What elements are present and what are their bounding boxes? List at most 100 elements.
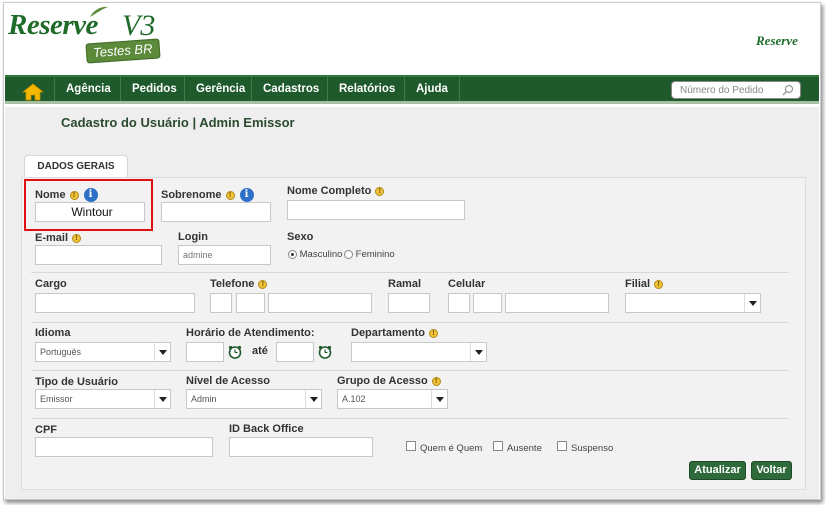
horario-fim-input[interactable] bbox=[276, 342, 314, 362]
sexo-label: Sexo bbox=[287, 231, 314, 243]
nivel-acesso-label: Nível de Acesso bbox=[186, 375, 270, 387]
telefone-ddd-input[interactable] bbox=[236, 293, 265, 313]
checkbox-quem-e-quem[interactable] bbox=[406, 441, 416, 451]
logo-version: V3 bbox=[122, 9, 156, 42]
nav-agencia[interactable]: Agência bbox=[54, 77, 122, 101]
cargo-label: Cargo bbox=[35, 278, 67, 290]
feminino-text: Feminino bbox=[355, 249, 395, 260]
brand-logo-small: Reserve bbox=[756, 33, 798, 48]
reserve-logo[interactable]: Reserve V3 Testes BR bbox=[8, 6, 168, 67]
idioma-select[interactable]: Português bbox=[35, 342, 171, 362]
filial-select[interactable] bbox=[625, 293, 761, 313]
required-icon: ! bbox=[654, 279, 664, 289]
nav-pedidos[interactable]: Pedidos bbox=[120, 77, 188, 101]
ate-label: até bbox=[252, 345, 268, 357]
id-back-office-label: ID Back Office bbox=[229, 423, 304, 435]
checkbox-suspenso[interactable] bbox=[557, 441, 567, 451]
clock-icon[interactable] bbox=[228, 345, 242, 359]
clock-icon[interactable] bbox=[318, 345, 332, 359]
sexo-feminino[interactable]: Feminino bbox=[344, 249, 395, 260]
filial-label-text: Filial bbox=[625, 278, 651, 290]
atualizar-button[interactable]: Atualizar bbox=[689, 461, 746, 480]
logo-badge: Testes BR bbox=[85, 38, 161, 64]
login-label: Login bbox=[178, 231, 208, 243]
grupo-acesso-value: A.102 bbox=[342, 394, 366, 404]
email-label-text: E-mail bbox=[35, 232, 69, 244]
email-input[interactable] bbox=[35, 245, 162, 265]
tipo-usuario-value: Emissor bbox=[40, 394, 73, 404]
idioma-label: Idioma bbox=[35, 327, 71, 339]
voltar-button[interactable]: Voltar bbox=[751, 461, 792, 480]
telefone-ddi-input[interactable] bbox=[210, 293, 232, 313]
telefone-label: Telefone! bbox=[210, 278, 268, 290]
grupo-acesso-label-text: Grupo de Acesso bbox=[337, 375, 428, 387]
required-icon: ! bbox=[431, 376, 441, 386]
ramal-input[interactable] bbox=[388, 293, 430, 313]
sexo-masculino[interactable]: Masculino bbox=[288, 249, 342, 260]
nav-cadastros[interactable]: Cadastros bbox=[251, 77, 330, 101]
suspenso-label: Suspenso bbox=[571, 443, 614, 454]
nome-completo-input[interactable] bbox=[287, 200, 465, 220]
cargo-input[interactable] bbox=[35, 293, 195, 313]
order-search-input[interactable] bbox=[680, 84, 780, 97]
celular-ddi-input[interactable] bbox=[448, 293, 470, 313]
required-icon: ! bbox=[225, 190, 235, 200]
logo-text: Reserve bbox=[8, 9, 98, 41]
radio-feminino[interactable] bbox=[344, 249, 353, 259]
divider bbox=[31, 322, 789, 323]
telefone-label-text: Telefone bbox=[210, 278, 255, 290]
sobrenome-label-text: Sobrenome bbox=[161, 188, 222, 201]
search-icon[interactable] bbox=[782, 84, 794, 96]
nome-completo-label: Nome Completo! bbox=[287, 185, 385, 197]
nome-completo-label-text: Nome Completo bbox=[287, 185, 372, 197]
required-icon: ! bbox=[258, 279, 268, 289]
departamento-label: Departamento! bbox=[351, 327, 438, 339]
masculino-text: Masculino bbox=[299, 249, 343, 260]
ramal-label: Ramal bbox=[388, 278, 422, 290]
divider bbox=[31, 418, 789, 419]
nivel-acesso-select[interactable]: Admin bbox=[186, 389, 322, 409]
chevron-down-icon bbox=[154, 343, 170, 361]
order-search bbox=[671, 81, 801, 99]
tipo-usuario-label: Tipo de Usuário bbox=[35, 376, 118, 388]
celular-numero-input[interactable] bbox=[505, 293, 609, 313]
cpf-label: CPF bbox=[35, 424, 57, 436]
idioma-value: Português bbox=[40, 347, 82, 357]
chevron-down-icon bbox=[470, 343, 486, 361]
info-icon[interactable]: i bbox=[239, 188, 254, 202]
telefone-numero-input[interactable] bbox=[268, 293, 372, 313]
page-title: Cadastro do Usuário | Admin Emissor bbox=[61, 115, 295, 130]
email-label: E-mail! bbox=[35, 232, 82, 244]
required-icon: ! bbox=[428, 328, 438, 338]
radio-masculino[interactable] bbox=[288, 249, 297, 259]
login-input[interactable] bbox=[178, 245, 271, 265]
leaf-icon bbox=[90, 6, 108, 17]
celular-label: Celular bbox=[448, 278, 486, 290]
nav-gerencia[interactable]: Gerência bbox=[184, 77, 256, 101]
quem-e-quem-label: Quem é Quem bbox=[420, 443, 483, 454]
main-nav: Agência Pedidos Gerência Cadastros Relat… bbox=[5, 75, 819, 104]
tab-dados-gerais[interactable]: DADOS GERAIS bbox=[24, 155, 128, 179]
grupo-acesso-label: Grupo de Acesso! bbox=[337, 375, 441, 387]
ausente-label: Ausente bbox=[507, 443, 542, 454]
divider bbox=[31, 272, 789, 273]
cpf-input[interactable] bbox=[35, 437, 213, 457]
nav-relatorios[interactable]: Relatórios bbox=[327, 77, 406, 101]
horario-label: Horário de Atendimento: bbox=[186, 327, 315, 339]
id-back-office-input[interactable] bbox=[229, 437, 373, 457]
tipo-usuario-select[interactable]: Emissor bbox=[35, 389, 171, 409]
celular-ddd-input[interactable] bbox=[473, 293, 502, 313]
checkbox-ausente[interactable] bbox=[493, 441, 503, 451]
departamento-select[interactable] bbox=[351, 342, 487, 362]
nav-ajuda[interactable]: Ajuda bbox=[404, 77, 460, 101]
chevron-down-icon bbox=[431, 390, 447, 408]
chevron-down-icon bbox=[154, 390, 170, 408]
sobrenome-input[interactable] bbox=[161, 202, 271, 222]
required-icon: ! bbox=[72, 233, 82, 243]
horario-inicio-input[interactable] bbox=[186, 342, 224, 362]
departamento-label-text: Departamento bbox=[351, 327, 425, 339]
chevron-down-icon bbox=[305, 390, 321, 408]
home-icon[interactable] bbox=[19, 83, 47, 101]
divider bbox=[31, 370, 789, 371]
grupo-acesso-select[interactable]: A.102 bbox=[337, 389, 448, 409]
